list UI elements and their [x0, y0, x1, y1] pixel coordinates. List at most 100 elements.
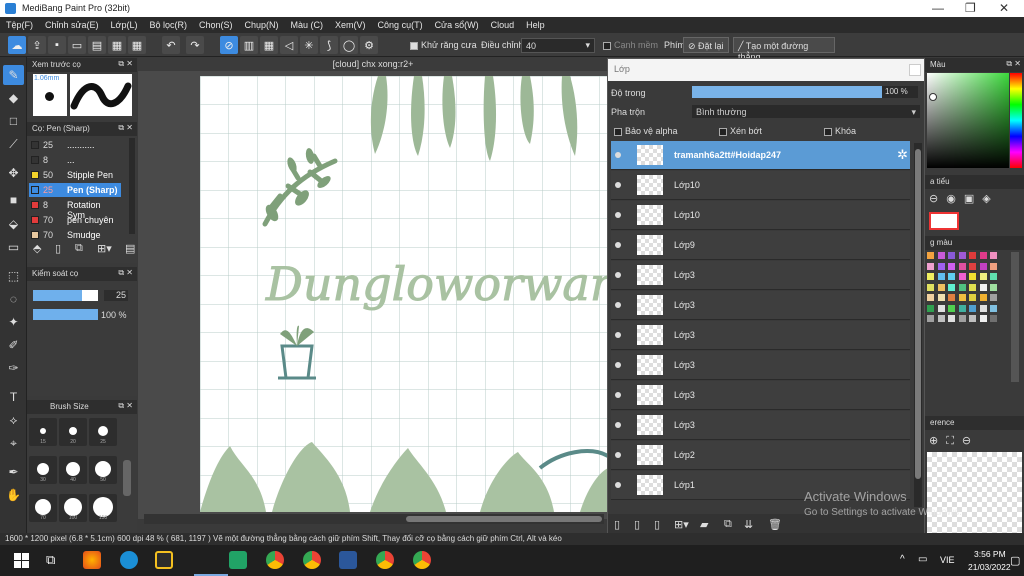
- palette-swatch[interactable]: [948, 252, 955, 259]
- brush-list-item[interactable]: 50 Stipple Pen: [29, 168, 121, 182]
- palette-swatch[interactable]: [948, 294, 955, 301]
- palette-swatch[interactable]: [937, 273, 945, 280]
- excel-icon[interactable]: [229, 551, 247, 569]
- menu-color[interactable]: Màu (C): [291, 20, 324, 30]
- menu-file[interactable]: Tệp(F): [6, 20, 33, 30]
- palette-swatch[interactable]: [990, 262, 997, 270]
- visibility-eye-icon[interactable]: [615, 362, 621, 368]
- bucket-tool-icon[interactable]: ⬙: [3, 214, 24, 234]
- navigator-thumbnail[interactable]: [929, 212, 959, 230]
- palette-swatch[interactable]: [958, 262, 966, 270]
- panel-close-icon[interactable]: ⧉ ✕: [118, 59, 133, 69]
- brush-menu-icon[interactable]: ⊞▾: [97, 242, 112, 255]
- redo-icon[interactable]: ↷: [186, 36, 204, 54]
- brush-list-scrollbar[interactable]: [129, 138, 135, 234]
- palette-swatch[interactable]: [979, 262, 987, 270]
- tray-chevron-icon[interactable]: ^: [900, 554, 905, 565]
- layer-panel-close-icon[interactable]: [909, 64, 921, 76]
- layer-row[interactable]: Lớp10: [611, 171, 910, 200]
- palette-swatch[interactable]: [927, 304, 934, 312]
- panel-close-icon[interactable]: ⧉ ✕: [118, 401, 133, 411]
- brush-size-preset[interactable]: 150: [89, 494, 117, 522]
- brush-size-value[interactable]: 25: [104, 290, 128, 301]
- brush-size-slider[interactable]: [33, 290, 98, 301]
- divide-tool-icon[interactable]: ⟡: [3, 410, 24, 430]
- snap-off-icon[interactable]: ⊘: [220, 36, 238, 54]
- menu-filter[interactable]: Bộ lọc(R): [149, 20, 187, 30]
- cloud-icon[interactable]: ☁: [8, 36, 26, 54]
- palette-swatch[interactable]: [969, 283, 976, 291]
- duplicate-layer-icon[interactable]: ⧉: [724, 518, 732, 531]
- palette-swatch[interactable]: [990, 252, 997, 259]
- brush-size-preset[interactable]: 40: [59, 456, 87, 484]
- minimize-button[interactable]: —: [932, 1, 944, 15]
- chrome-profile-icon[interactable]: [303, 551, 321, 569]
- tiles-icon[interactable]: ▦: [128, 36, 146, 54]
- grid-page-icon[interactable]: ▦: [108, 36, 126, 54]
- blend-mode-dropdown[interactable]: Bình thường ▾: [692, 105, 920, 118]
- brush-list-item[interactable]: 25 ...........: [29, 138, 121, 152]
- layer-row[interactable]: Lớp3: [611, 411, 910, 440]
- brush-list-item[interactable]: 70 pen chuyên: [29, 213, 121, 227]
- menu-window[interactable]: Cửa sổ(W): [435, 20, 479, 30]
- chrome-window-icon[interactable]: [413, 551, 431, 569]
- brush-opacity-slider[interactable]: [33, 309, 98, 320]
- visibility-eye-icon[interactable]: [615, 302, 621, 308]
- palette-swatch[interactable]: [990, 283, 997, 291]
- adjust-dropdown[interactable]: 40 ▾: [521, 38, 595, 53]
- menu-tools[interactable]: Công cụ(T): [378, 20, 423, 30]
- palette-swatch[interactable]: [927, 294, 934, 301]
- palette-swatch[interactable]: [958, 304, 966, 312]
- palette-swatch[interactable]: [937, 304, 945, 312]
- undo-icon[interactable]: ↶: [162, 36, 180, 54]
- brush-size-preset[interactable]: 50: [89, 456, 117, 484]
- layer-row[interactable]: Lớp3: [611, 381, 910, 410]
- layer-settings-gear-icon[interactable]: ✲: [897, 147, 908, 163]
- protect-alpha-option[interactable]: Bảo vệ alpha: [614, 126, 678, 136]
- palette-swatch[interactable]: [958, 252, 966, 259]
- maximize-button[interactable]: ❐: [965, 1, 976, 15]
- palette-swatch[interactable]: [948, 304, 955, 312]
- layer-row[interactable]: Lớp10: [611, 201, 910, 230]
- palette-swatch[interactable]: [969, 315, 976, 322]
- menu-select[interactable]: Chọn(S): [199, 20, 233, 30]
- dot-tool-icon[interactable]: ⟋: [3, 134, 24, 154]
- page-icon[interactable]: ▤: [88, 36, 106, 54]
- palette-swatch[interactable]: [990, 315, 997, 322]
- palette-swatch[interactable]: [979, 283, 987, 291]
- palette-swatch[interactable]: [969, 304, 976, 312]
- brush-size-preset[interactable]: 70: [29, 494, 57, 522]
- chat-icon[interactable]: ▪: [48, 36, 66, 54]
- panel-close-icon[interactable]: ⧉ ✕: [118, 123, 133, 133]
- drawing-canvas[interactable]: Dungloworwamalsaeu: [200, 76, 608, 512]
- brush-size-preset[interactable]: 25: [89, 418, 117, 446]
- brush-cloud-icon[interactable]: ⬘: [33, 242, 41, 255]
- shape-tool-icon[interactable]: □: [3, 111, 24, 131]
- panel-close-icon[interactable]: ⧉ ✕: [1006, 59, 1021, 69]
- palette-swatch[interactable]: [937, 252, 945, 259]
- new-layer-icon[interactable]: ▯: [614, 518, 620, 531]
- palette-swatch[interactable]: [990, 304, 997, 312]
- store-icon[interactable]: [155, 551, 173, 569]
- hue-slider[interactable]: [1010, 73, 1022, 168]
- chrome-app-icon[interactable]: [376, 551, 394, 569]
- soft-edge-option[interactable]: Cạnh mềm: [603, 40, 658, 50]
- radial-snap-icon[interactable]: ◁: [280, 36, 298, 54]
- grid-snap-icon[interactable]: ▦: [260, 36, 278, 54]
- clock-time[interactable]: 3:56 PM: [974, 549, 1006, 559]
- brush-size-preset[interactable]: 100: [59, 494, 87, 522]
- palette-swatch[interactable]: [969, 262, 976, 270]
- visibility-eye-icon[interactable]: [615, 242, 621, 248]
- layer-row[interactable]: Lớp3: [611, 321, 910, 350]
- chrome-icon[interactable]: [266, 551, 284, 569]
- palette-swatch[interactable]: [927, 315, 934, 322]
- circle-snap-icon[interactable]: ◯: [340, 36, 358, 54]
- folder-icon[interactable]: ▰: [700, 518, 708, 531]
- hscroll-thumb[interactable]: [406, 516, 602, 522]
- antialias-option[interactable]: Khử răng cưa: [410, 40, 477, 50]
- clock-date[interactable]: 21/03/2022: [968, 562, 1011, 572]
- brush-size-scrollbar[interactable]: [123, 460, 131, 496]
- navigator-buttons[interactable]: ⊖◉▣◈: [929, 192, 999, 205]
- notification-icon[interactable]: ▢: [1010, 554, 1020, 567]
- snap-settings-icon[interactable]: ⚙: [360, 36, 378, 54]
